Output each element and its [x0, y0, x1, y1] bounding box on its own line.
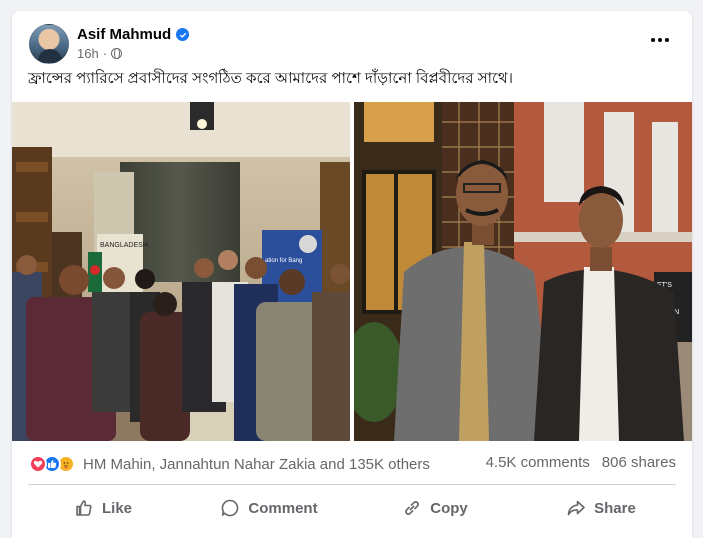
- more-options-button[interactable]: [642, 28, 678, 52]
- banner-text: BANGLADESH: [100, 242, 148, 249]
- photo-group[interactable]: BANGLADESH ation for Bang: [12, 102, 350, 441]
- link-icon: [405, 501, 420, 515]
- thumbs-up-icon: [76, 500, 92, 516]
- share-button[interactable]: Share: [518, 488, 684, 528]
- share-arrow-icon: [567, 500, 585, 516]
- author-avatar[interactable]: [29, 24, 69, 64]
- dot-icon: [651, 38, 655, 42]
- globe-icon[interactable]: [111, 47, 123, 59]
- author-name[interactable]: Asif Mahmud: [77, 26, 171, 43]
- post-caption: ফ্রান্সের প্যারিসে প্রবাসীদের সংগঠিত করে…: [28, 70, 514, 87]
- post-meta: 16h ·: [77, 46, 123, 61]
- post-timestamp[interactable]: 16h: [77, 46, 99, 61]
- action-bar: Like Comment Copy Share: [20, 488, 684, 528]
- comment-button[interactable]: Comment: [186, 488, 352, 528]
- engagement-counts: 4.5K comments 806 shares: [486, 454, 676, 471]
- post-card: Asif Mahmud 16h · ফ্রান্সের প্যারিসে প্র…: [12, 11, 692, 538]
- like-label: Like: [101, 499, 132, 517]
- divider: [28, 484, 676, 485]
- reactors-text[interactable]: HM Mahin, Jannahtun Nahar Zakia and 135K…: [83, 456, 430, 473]
- comment-label: Comment: [248, 499, 318, 517]
- copy-label: Copy: [430, 499, 468, 517]
- comments-count[interactable]: 4.5K comments: [486, 454, 590, 471]
- verified-badge-icon: [176, 28, 190, 41]
- share-label: Share: [594, 499, 636, 517]
- banner-side-text: ation for Bang: [265, 258, 302, 264]
- photo-duo[interactable]: ET'SEETOREEMAIN: [354, 102, 692, 441]
- love-icon: [29, 455, 47, 473]
- copy-button[interactable]: Copy: [352, 488, 518, 528]
- reactions-summary[interactable]: HM Mahin, Jannahtun Nahar Zakia and 135K…: [29, 454, 430, 474]
- comment-bubble-icon: [222, 499, 239, 517]
- dot-icon: [658, 38, 662, 42]
- shares-count[interactable]: 806 shares: [602, 454, 676, 471]
- author-name-row: Asif Mahmud: [77, 26, 190, 43]
- like-button[interactable]: Like: [20, 488, 186, 528]
- dot-icon: [665, 38, 669, 42]
